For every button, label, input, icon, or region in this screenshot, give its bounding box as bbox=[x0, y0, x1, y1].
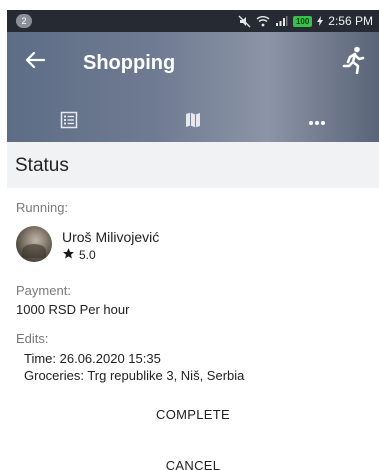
edit-groceries: Groceries: Trg republike 3, Niš, Serbia bbox=[24, 368, 245, 383]
edits-label: Edits: bbox=[16, 331, 49, 346]
avatar bbox=[16, 226, 52, 262]
rating-value: 5.0 bbox=[79, 248, 96, 262]
signal-icon bbox=[275, 15, 288, 27]
running-mode-button[interactable] bbox=[339, 46, 369, 78]
running-label: Running: bbox=[16, 200, 69, 215]
more-dots-icon bbox=[308, 113, 326, 131]
status-title: Status bbox=[15, 155, 69, 176]
notification-badge: 2 bbox=[16, 14, 32, 28]
tab-bar bbox=[7, 104, 379, 140]
complete-button[interactable]: COMPLETE bbox=[7, 399, 379, 429]
star-icon bbox=[62, 247, 75, 263]
edit-time: Time: 26.06.2020 15:35 bbox=[24, 351, 161, 366]
tab-list[interactable] bbox=[7, 104, 131, 140]
payment-value: 1000 RSD Per hour bbox=[16, 302, 130, 317]
running-person-icon bbox=[342, 46, 366, 79]
mute-icon bbox=[238, 15, 251, 28]
runner-rating: 5.0 bbox=[62, 247, 96, 263]
wifi-icon bbox=[256, 15, 270, 27]
cancel-button[interactable]: CANCEL bbox=[7, 450, 379, 470]
clock: 2:56 PM bbox=[328, 14, 373, 28]
status-section-header: Status bbox=[7, 142, 379, 188]
status-bar: 2 100 2:56 PM bbox=[7, 10, 379, 32]
payment-label: Payment: bbox=[16, 283, 71, 298]
app-bar: Shopping bbox=[7, 32, 379, 142]
back-button[interactable] bbox=[21, 48, 49, 76]
runner-name: Uroš Milivojević bbox=[62, 229, 160, 245]
map-icon bbox=[184, 111, 202, 134]
page-title: Shopping bbox=[83, 52, 176, 74]
list-icon bbox=[60, 111, 78, 134]
battery-indicator: 100 bbox=[292, 15, 313, 27]
charging-icon bbox=[317, 16, 324, 26]
tab-more[interactable] bbox=[255, 104, 379, 140]
arrow-left-icon bbox=[25, 51, 46, 74]
tab-map[interactable] bbox=[131, 104, 255, 140]
status-indicators: 100 2:56 PM bbox=[238, 10, 373, 32]
